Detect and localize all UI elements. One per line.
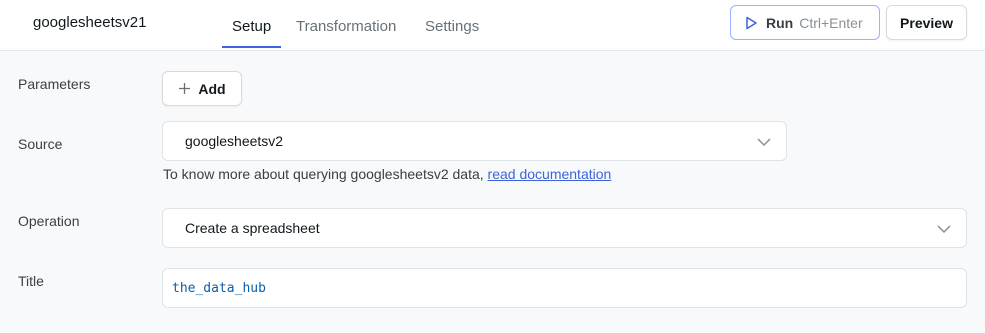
source-helper-text: To know more about querying googlesheets… [163, 166, 611, 182]
query-name[interactable]: googlesheetsv21 [33, 14, 146, 31]
chevron-down-icon [936, 221, 952, 237]
parameters-label: Parameters [18, 76, 91, 92]
tab-setup[interactable]: Setup [232, 18, 271, 35]
tab-settings[interactable]: Settings [425, 18, 479, 35]
operation-value: Create a spreadsheet [185, 220, 320, 236]
add-parameter-label: Add [198, 80, 226, 97]
active-tab-indicator [222, 46, 281, 48]
run-button[interactable]: Run Ctrl+Enter [730, 5, 880, 40]
operation-select[interactable]: Create a spreadsheet [162, 208, 967, 248]
query-header: googlesheetsv21 Setup Transformation Set… [0, 0, 985, 51]
operation-label: Operation [18, 213, 80, 229]
helper-text: To know more about querying googlesheets… [163, 166, 488, 182]
source-value: googlesheetsv2 [185, 133, 284, 149]
title-value: the_data_hub [172, 280, 266, 296]
add-parameter-button[interactable]: Add [162, 71, 242, 106]
preview-button[interactable]: Preview [886, 5, 967, 40]
source-label: Source [18, 136, 63, 152]
title-input[interactable]: the_data_hub [162, 268, 967, 308]
plus-icon [178, 82, 191, 95]
run-shortcut: Ctrl+Enter [799, 14, 863, 31]
source-select[interactable]: googlesheetsv2 [162, 121, 787, 161]
title-label: Title [18, 273, 44, 289]
run-label: Run [766, 14, 794, 31]
chevron-down-icon [756, 134, 772, 150]
play-icon [744, 16, 758, 30]
read-documentation-link[interactable]: read documentation [488, 166, 612, 182]
tab-transformation[interactable]: Transformation [296, 18, 396, 35]
